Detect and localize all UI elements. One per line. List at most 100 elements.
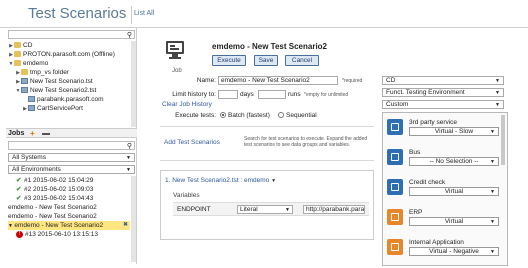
test-scenario-card: 1. New Test Scenario2.tst : emdemo ▼ Var…	[160, 170, 374, 240]
sequential-option[interactable]: Sequential	[278, 112, 317, 119]
tree-item[interactable]: ▶ CD	[8, 41, 135, 50]
tree-item[interactable]: ▶ PROTON.parasoft.com (Offline)	[8, 50, 135, 59]
tree-search-input[interactable]: ⚲	[8, 30, 135, 39]
clear-history-link[interactable]: Clear Job History	[162, 101, 212, 108]
job-row-label: #1 2015-06-02 15:04:29	[24, 177, 94, 184]
tree-item-label: tmp_vs folder	[30, 69, 70, 76]
folder-icon	[14, 42, 21, 49]
main-panel: Job emdemo - New Test Scenario2 Execute …	[158, 32, 524, 266]
limit-history-label: Limit history to:	[172, 91, 216, 98]
add-test-scenarios-link[interactable]: Add Test Scenarios	[164, 139, 220, 146]
check-icon: ✔	[16, 186, 22, 193]
service-mode-select[interactable]: Virtual ▼	[409, 217, 499, 226]
left-panel: ⚲ ▶ CD ▶ PROTON.parasoft.com (Offline) ▼ emde…	[6, 28, 137, 264]
chevron-down-icon[interactable]: ▼	[271, 178, 276, 184]
job-row[interactable]: emdemo - New Test Scenario2	[8, 203, 130, 212]
tree-item[interactable]: ▶ CartServicePort	[8, 104, 135, 113]
tree-scrollbar[interactable]	[131, 41, 136, 127]
batch-radio[interactable]	[220, 112, 226, 119]
job-row-label: emdemo - New Test Scenario2	[8, 204, 97, 211]
service-name: Internal Application	[409, 239, 464, 246]
tree-item-label: emdemo	[23, 60, 49, 67]
tree-item-label: PROTON.parasoft.com (Offline)	[23, 51, 115, 58]
page-title: Test Scenarios	[28, 5, 127, 22]
job-row[interactable]: emdemo - New Test Scenario2	[8, 212, 130, 221]
jobs-list: ✔ #1 2015-06-02 15:04:29 ✔ #2 2015-06-02 15…	[8, 176, 130, 239]
job-row[interactable]: ✔ #2 2015-06-02 15:09:03	[8, 185, 130, 194]
tree-item[interactable]: ▶ New Test Scenario.tst	[8, 77, 135, 86]
tree-item[interactable]: parabank.parasoft.com	[8, 95, 135, 104]
save-button[interactable]: Save	[254, 55, 278, 66]
service-mode-select[interactable]: Virtual ▼	[409, 187, 499, 196]
service-mode-select[interactable]: Virtual - Slow ▼	[409, 127, 499, 136]
chevron-down-icon: ▼	[490, 129, 495, 135]
systems-filter[interactable]: All Systems ▼	[8, 153, 135, 162]
configuration-select[interactable]: Custom ▼	[382, 100, 504, 109]
chevron-down-icon: ▼	[285, 207, 290, 213]
file-icon	[28, 105, 35, 112]
service-name: Credit check	[409, 179, 446, 186]
service-item: 3rd party service Virtual - Slow ▼	[387, 119, 503, 145]
service-name: Bus	[409, 149, 421, 156]
environments-filter[interactable]: All Environments ▼	[8, 165, 135, 174]
job-row[interactable]: ! #13 2015-06-10 13:15:13	[8, 230, 130, 239]
service-item: ERP Virtual ▼	[387, 209, 503, 235]
header-separator	[131, 6, 132, 24]
job-row[interactable]: ▼ emdemo - New Test Scenario2 ✖	[8, 221, 130, 230]
job-label: Job	[172, 68, 182, 74]
sequential-radio[interactable]	[278, 112, 284, 119]
jobs-search-input[interactable]: ⚲	[8, 141, 135, 150]
search-icon[interactable]: ⚲	[127, 31, 132, 39]
list-all-link[interactable]: List All	[134, 10, 154, 17]
divider	[160, 126, 374, 127]
check-icon: ✔	[16, 177, 22, 184]
service-icon	[387, 179, 403, 195]
remove-job-icon[interactable]	[42, 133, 50, 135]
tree-item[interactable]: ▼ emdemo	[8, 59, 135, 68]
scenario-row-label: 1. New Test Scenario2.tst : emdemo	[165, 177, 270, 184]
tree-item-label: New Test Scenario.tst	[30, 78, 93, 85]
chevron-down-icon: ▼	[490, 219, 495, 225]
jobs-label: Jobs	[8, 130, 25, 137]
chevron-down-icon: ▼	[495, 90, 500, 96]
execute-tests-label: Execute tests:	[175, 112, 216, 119]
service-mode-value: Virtual - Slow	[434, 128, 474, 135]
endpoint-value-field[interactable]: http://parabank.para	[303, 205, 365, 214]
job-row[interactable]: ✔ #1 2015-06-02 15:04:29	[8, 176, 130, 185]
add-job-icon[interactable]: +	[30, 129, 35, 138]
cancel-button[interactable]: Cancel	[285, 55, 319, 66]
tree-item[interactable]: ▼ New Test Scenario2.tst	[8, 86, 135, 95]
service-mode-value: -- No Selection --	[429, 158, 479, 165]
service-mode-select[interactable]: -- No Selection -- ▼	[409, 157, 499, 166]
file-icon	[28, 96, 35, 103]
add-tests-note: Search for test scenarios to execute. Ex…	[244, 136, 368, 148]
name-field[interactable]: emdemo - New Test Scenario2	[218, 76, 338, 85]
jobs-scrollbar[interactable]	[131, 176, 136, 262]
days-field[interactable]	[218, 90, 238, 99]
environments-filter-value: All Environments	[12, 166, 61, 173]
scenario-row[interactable]: 1. New Test Scenario2.tst : emdemo ▼	[165, 177, 276, 184]
page-header: Test Scenarios List All	[0, 0, 528, 28]
tree-item-label: New Test Scenario2.tst	[30, 87, 97, 94]
job-row-label: #3 2015-06-02 15:04:43	[24, 195, 94, 202]
unlimited-note: *empty for unlimited	[304, 92, 349, 98]
close-icon[interactable]: ✖	[123, 221, 128, 230]
runs-label: runs	[288, 91, 301, 98]
execute-button[interactable]: Execute	[212, 55, 246, 66]
service-item: Internal Application Virtual - Negative ▼	[387, 239, 503, 265]
runs-field[interactable]	[258, 90, 286, 99]
search-icon[interactable]: ⚲	[127, 142, 132, 150]
chevron-down-icon: ▼	[495, 102, 500, 108]
environment-select[interactable]: Funct. Testing Environment ▼	[382, 88, 504, 97]
tree-item[interactable]: ▶ tmp_vs folder	[8, 68, 135, 77]
value-type-value: Literal	[240, 206, 258, 213]
value-type-select[interactable]: Literal ▼	[237, 205, 293, 214]
service-name: ERP	[409, 209, 423, 216]
chevron-down-icon: ▼	[490, 249, 495, 255]
batch-option[interactable]: Batch (fastest)	[220, 112, 270, 119]
configuration-select-value: Custom	[386, 101, 409, 108]
service-mode-select[interactable]: Virtual - Negative ▼	[409, 247, 499, 256]
system-select[interactable]: CD ▼	[382, 76, 504, 85]
job-row[interactable]: ✔ #3 2015-06-02 15:04:43	[8, 194, 130, 203]
service-icon	[387, 209, 403, 225]
